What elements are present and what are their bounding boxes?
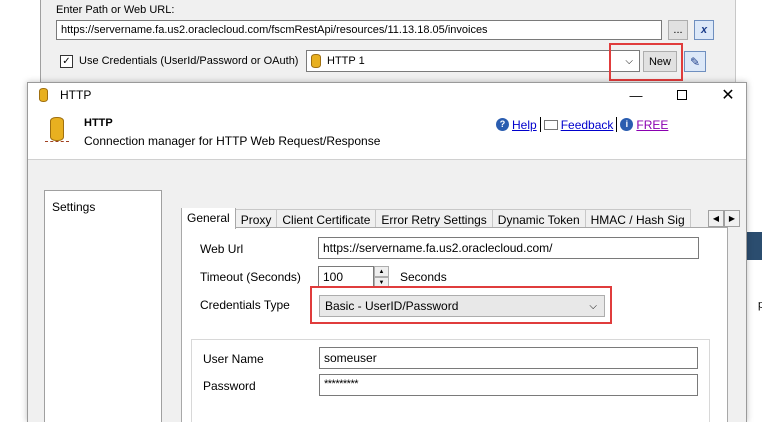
new-highlight-box: [609, 43, 683, 81]
use-credentials-label: Use Credentials (UserId/Password or OAut…: [79, 55, 299, 67]
timeout-label: Timeout (Seconds): [200, 270, 301, 284]
web-url-input[interactable]: https://servername.fa.us2.oraclecloud.co…: [318, 237, 699, 259]
user-name-input[interactable]: someuser: [319, 347, 698, 369]
link-separator: [539, 117, 541, 132]
triangle-right-icon: ▶: [728, 214, 736, 223]
header-title: HTTP: [84, 117, 113, 129]
link-separator: [616, 117, 618, 132]
timeout-increment-button[interactable]: ▲: [374, 266, 389, 277]
sidebar-item-settings[interactable]: Settings: [52, 200, 95, 214]
feedback-link[interactable]: Feedback: [561, 118, 614, 132]
clear-icon: x: [700, 24, 708, 36]
tab-general[interactable]: General: [181, 208, 236, 229]
tab-hmac-hash[interactable]: HMAC / Hash Sig: [584, 209, 691, 229]
tab-client-certificate[interactable]: Client Certificate: [276, 209, 377, 229]
close-icon: ✕: [721, 87, 735, 104]
maximize-button[interactable]: [659, 83, 705, 107]
settings-list: Settings: [44, 190, 162, 422]
maximize-icon: [677, 90, 687, 100]
help-link[interactable]: Help: [512, 118, 537, 132]
http-dialog: HTTP — ✕ HTTP Connection manager for HTT…: [27, 82, 747, 422]
edit-icon: ✎: [689, 54, 701, 69]
dialog-title: HTTP: [60, 88, 92, 102]
tab-dynamic-token[interactable]: Dynamic Token: [491, 209, 586, 229]
database-icon: [50, 117, 64, 141]
web-url-label: Web Url: [200, 242, 244, 256]
minimize-icon: —: [629, 87, 643, 103]
credentials-type-label: Credentials Type: [200, 298, 290, 312]
header-subtitle: Connection manager for HTTP Web Request/…: [84, 134, 381, 148]
help-icon: ?: [496, 118, 509, 131]
connection-select[interactable]: HTTP 1 ⌵: [306, 50, 640, 72]
credentials-highlight-box: [310, 286, 612, 324]
triangle-up-icon: ▲: [378, 268, 385, 275]
dialog-titlebar: HTTP — ✕: [28, 83, 746, 107]
close-button[interactable]: ✕: [705, 83, 751, 107]
user-name-label: User Name: [203, 352, 264, 366]
url-input[interactable]: https://servername.fa.us2.oraclecloud.co…: [56, 20, 662, 40]
url-label: Enter Path or Web URL:: [56, 4, 175, 16]
dialog-header: HTTP Connection manager for HTTP Web Req…: [28, 107, 746, 159]
password-label: Password: [203, 379, 256, 393]
clear-button[interactable]: x: [694, 20, 714, 40]
tab-scroll-right-button[interactable]: ▶: [724, 210, 740, 227]
cylinder-icon: [39, 88, 48, 102]
minimize-button[interactable]: —: [613, 83, 659, 107]
credentials-group: User Name someuser Password *********: [191, 339, 710, 422]
connector-icon: [45, 141, 69, 144]
timeout-input[interactable]: 100: [318, 266, 374, 288]
info-icon: i: [620, 118, 634, 131]
checkmark-icon: ✓: [62, 55, 71, 67]
triangle-left-icon: ◀: [712, 214, 720, 223]
browse-button[interactable]: ...: [668, 20, 688, 40]
header-links: ? Help Feedback i FREE: [496, 117, 668, 132]
parent-fragment-text: pre: [758, 299, 762, 311]
tab-scroll-left-button[interactable]: ◀: [708, 210, 724, 227]
dialog-body: Settings General Proxy Client Certificat…: [28, 159, 746, 422]
free-link[interactable]: FREE: [636, 118, 668, 132]
general-tab-panel: Web Url https://servername.fa.us2.oracle…: [181, 227, 728, 422]
tab-error-retry-settings[interactable]: Error Retry Settings: [375, 209, 493, 229]
use-credentials-checkbox[interactable]: ✓: [60, 55, 73, 68]
connection-value: HTTP 1: [327, 55, 365, 67]
mail-icon: [543, 119, 558, 130]
password-input[interactable]: *********: [319, 374, 698, 396]
triangle-down-icon: ▼: [378, 279, 385, 286]
tab-strip: General Proxy Client Certificate Error R…: [181, 208, 707, 229]
tab-proxy[interactable]: Proxy: [234, 209, 278, 229]
timeout-unit: Seconds: [400, 270, 447, 284]
edit-connection-button[interactable]: ✎: [684, 51, 706, 72]
cylinder-icon: [311, 54, 321, 68]
